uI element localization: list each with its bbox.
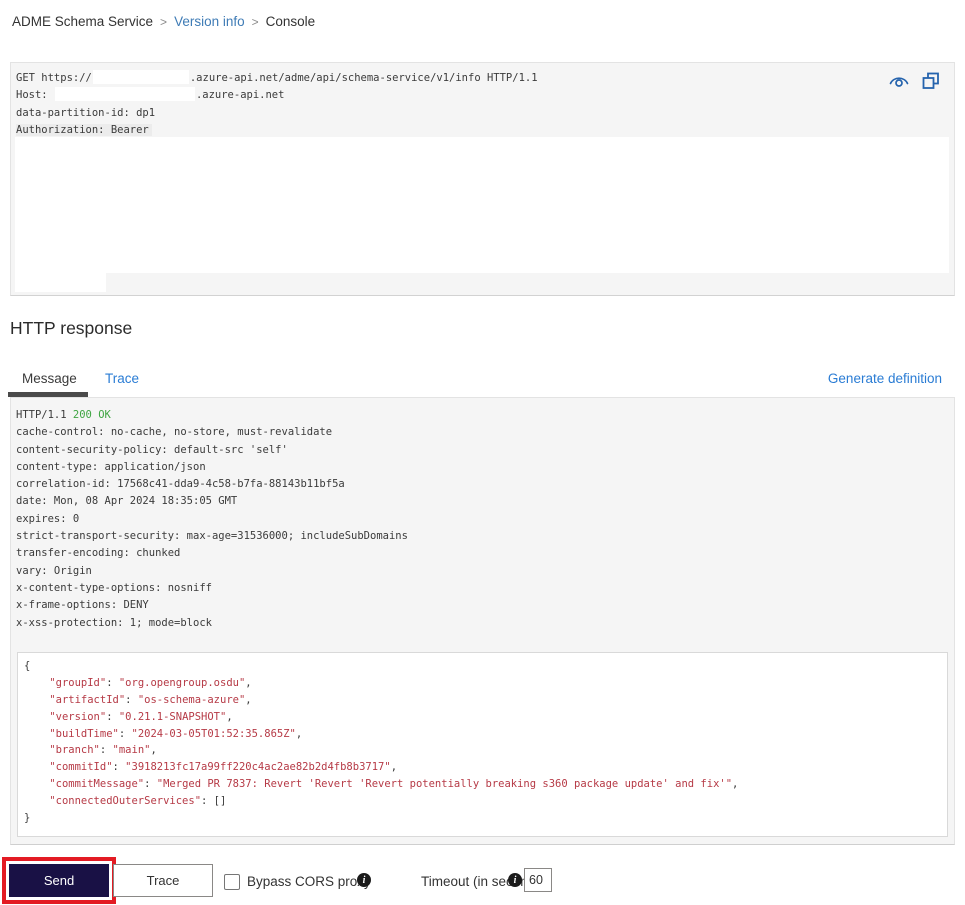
info-icon[interactable]: i: [508, 873, 522, 887]
response-body-line: "artifactId": "os-schema-azure",: [49, 693, 252, 706]
request-line-authorization: Authorization: Bearer: [16, 122, 894, 139]
response-header-line: x-frame-options: DENY: [16, 599, 149, 612]
generate-definition-link[interactable]: Generate definition: [828, 371, 942, 386]
timeout-label: Timeout (in second): [421, 874, 540, 889]
status-code: 200 OK: [72, 409, 111, 421]
request-console-panel: GET https://.azure-api.net/adme/api/sche…: [10, 62, 955, 296]
response-body-line: "groupId": "org.opengroup.osdu",: [49, 676, 252, 689]
response-headers-list: HTTP/1.1 200 OK cache-control: no-cache,…: [16, 407, 946, 632]
response-header-line: content-type: application/json: [16, 460, 206, 473]
copy-icon[interactable]: [922, 72, 940, 90]
response-body-line: {: [24, 660, 31, 672]
response-header-line: x-content-type-options: nosniff: [16, 581, 212, 594]
response-header-line: x-xss-protection: 1; mode=block: [16, 616, 212, 629]
timeout-input[interactable]: [524, 868, 552, 892]
annotation-highlight-box: Send: [2, 857, 116, 904]
breadcrumb-separator: >: [160, 15, 168, 29]
bypass-cors-checkbox[interactable]: [224, 874, 240, 890]
http-response-title: HTTP response: [10, 318, 133, 338]
tab-trace[interactable]: Trace: [105, 371, 139, 386]
response-header-line: strict-transport-security: max-age=31536…: [16, 530, 408, 543]
info-icon[interactable]: i: [357, 873, 371, 887]
redacted-host-box: [92, 70, 189, 84]
redacted-host-box: [54, 87, 195, 102]
bypass-cors-label: Bypass CORS proxy: [247, 874, 371, 889]
trace-button[interactable]: Trace: [113, 864, 213, 897]
breadcrumb-separator: >: [251, 15, 259, 29]
response-header-line: cache-control: no-cache, no-store, must-…: [16, 426, 333, 439]
response-body-line: "buildTime": "2024-03-05T01:52:35.865Z",: [49, 727, 303, 740]
response-header-line: correlation-id: 17568c41-dda9-4c58-b7fa-…: [16, 478, 345, 491]
request-line-partition: data-partition-id: dp1: [16, 106, 156, 119]
eye-icon[interactable]: [888, 73, 910, 89]
response-header-line: transfer-encoding: chunked: [16, 547, 181, 560]
request-line-url: GET https://.azure-api.net/adme/api/sche…: [16, 70, 538, 84]
response-header-line: date: Mon, 08 Apr 2024 18:35:05 GMT: [16, 495, 238, 508]
breadcrumb-item-console: Console: [265, 14, 316, 29]
response-body-box: { "groupId": "org.opengroup.osdu", "arti…: [17, 652, 948, 837]
tab-message[interactable]: Message: [22, 371, 77, 386]
request-lines: GET https://.azure-api.net/adme/api/sche…: [16, 70, 894, 139]
breadcrumb-item-service[interactable]: ADME Schema Service: [12, 14, 153, 29]
redacted-token-block: [15, 273, 106, 292]
response-body-line: "commitId": "3918213fc17a99ff220c4ac2ae8…: [49, 761, 398, 774]
response-body-line: }: [24, 812, 31, 825]
response-body-line: "branch": "main",: [49, 744, 157, 757]
breadcrumb-item-version-info[interactable]: Version info: [174, 14, 245, 29]
redacted-token-block: [15, 137, 949, 273]
request-line-host: Host: .azure-api.net: [16, 87, 285, 102]
response-header-line: vary: Origin: [16, 564, 92, 577]
response-body-json: { "groupId": "org.opengroup.osdu", "arti…: [24, 658, 943, 827]
send-button[interactable]: Send: [9, 864, 109, 897]
response-body-line: "connectedOuterServices": []: [49, 795, 227, 808]
response-body-line: "version": "0.21.1-SNAPSHOT",: [49, 710, 233, 723]
breadcrumb: ADME Schema Service > Version info > Console: [12, 14, 315, 29]
response-panel: HTTP/1.1 200 OK cache-control: no-cache,…: [10, 397, 955, 845]
response-status-line: HTTP/1.1 200 OK: [16, 409, 111, 421]
response-header-line: content-security-policy: default-src 'se…: [16, 443, 288, 456]
response-header-line: expires: 0: [16, 512, 80, 525]
request-toolbar: [888, 72, 940, 90]
response-body-line: "commitMessage": "Merged PR 7837: Revert…: [49, 778, 739, 791]
